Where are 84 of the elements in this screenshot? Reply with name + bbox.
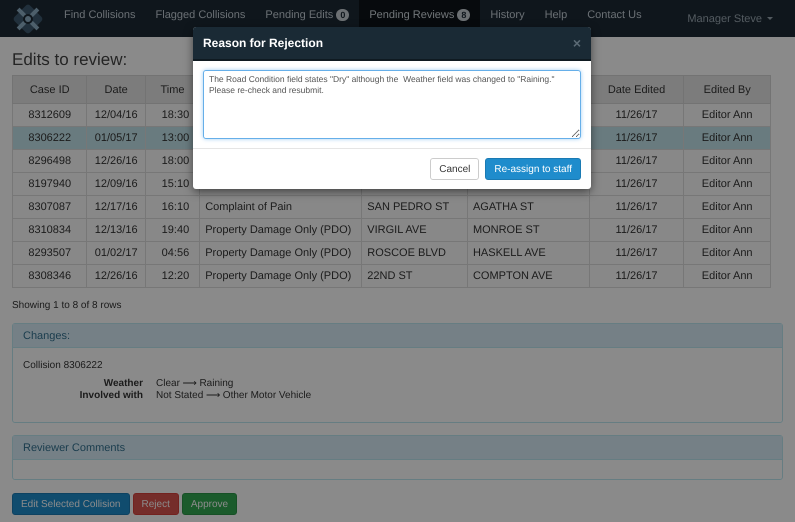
count-badge: 8	[457, 8, 470, 20]
row-count: Showing 1 to 8 of 8 rows	[12, 300, 123, 311]
table-cell: SAN PEDRO ST	[367, 201, 450, 213]
table-cell: 8308346	[28, 270, 72, 282]
reason-field[interactable]: The Road Condition field states "Dry" although the Weather field was changed to "Raining." Please re-check and resubmit.	[203, 70, 581, 139]
table-cell: Property Damage Only (PDO)	[205, 247, 352, 259]
caret-icon	[767, 17, 773, 20]
column-header: Date	[86, 76, 146, 104]
table-cell: 12/17/16	[94, 201, 138, 213]
table-cell: Editor Ann	[702, 109, 753, 121]
table-cell: Editor Ann	[702, 132, 753, 144]
table-row[interactable]: 8307087 12/17/16 16:10 Complaint of Pain SAN PEDRO ST AGATHA ST 11/26/17 Editor Ann	[12, 196, 770, 218]
table-cell: 11/26/17	[616, 178, 658, 190]
field-label: Weather	[102, 378, 143, 390]
table-cell: 11/26/17	[616, 155, 658, 167]
nav-link[interactable]: Find Collisions	[54, 0, 146, 37]
dialog-button[interactable]: Re-assign to staff	[485, 158, 581, 180]
table-cell: 8293507	[28, 247, 72, 259]
table-cell: 12/26/16	[94, 270, 138, 282]
user-menu[interactable]: Manager Steve	[687, 12, 795, 24]
action-button[interactable]: Approve	[182, 493, 238, 515]
dialog-title: Reason for Rejection	[203, 36, 324, 50]
table-cell: 19:40	[162, 224, 190, 236]
action-button[interactable]: Reject	[132, 493, 179, 515]
table-cell: Editor Ann	[702, 224, 753, 236]
table-cell: 18:00	[162, 155, 190, 167]
table-cell: 13:00	[162, 132, 190, 144]
table-cell: 11/26/17	[616, 270, 658, 282]
field-change: Clear ⟶ Raining	[156, 378, 234, 390]
panel-title: Changes:	[13, 324, 782, 348]
field-label: Involved with	[78, 390, 143, 402]
table-cell: 11/26/17	[616, 224, 658, 236]
table-cell: Editor Ann	[702, 155, 753, 167]
table-cell: COMPTON AVE	[472, 270, 553, 282]
table-cell: 8312609	[28, 109, 72, 121]
table-cell: 8307087	[28, 201, 72, 213]
table-cell: 18:30	[162, 109, 190, 121]
table-cell: 12/26/16	[94, 155, 138, 167]
table-cell: 12/09/16	[94, 178, 138, 190]
table-row[interactable]: 8310834 12/13/16 19:40 Property Damage Only (PDO) VIRGIL AVE MONROE ST 11/26/17 Editor Ann	[12, 218, 770, 242]
table-cell: 01/02/17	[94, 247, 138, 259]
table-cell: 01/05/17	[94, 132, 138, 144]
count-badge: 0	[336, 8, 350, 20]
close-button[interactable]: ×	[572, 36, 581, 50]
table-cell: Editor Ann	[702, 270, 753, 282]
field-change: Not Stated ⟶ Other Motor Vehicle	[156, 390, 312, 402]
column-header: Case ID	[12, 76, 87, 104]
table-row[interactable]: 8293507 01/02/17 04:56 Property Damage Only (PDO) ROSCOE BLVD HASKELL AVE 11/26/17 Editor Ann	[12, 242, 770, 264]
collision-label: Collision 8306222	[23, 360, 104, 371]
table-cell: HASKELL AVE	[472, 247, 546, 259]
table-cell: 8296498	[28, 155, 72, 167]
table-row[interactable]: 8308346 12/26/16 12:20 Property Damage Only (PDO) 22ND ST COMPTON AVE 11/26/17 Editor Ann	[12, 264, 770, 288]
table-cell: 16:10	[162, 201, 190, 213]
table-cell: 15:10	[162, 178, 190, 190]
table-cell: 12/04/16	[94, 109, 138, 121]
column-header: Date Edited	[589, 76, 684, 104]
table-cell: Property Damage Only (PDO)	[205, 270, 352, 282]
table-cell: 11/26/17	[616, 247, 658, 259]
action-button[interactable]: Edit Selected Collision	[12, 493, 130, 515]
table-cell: 8197940	[28, 178, 72, 190]
page-heading: Edits to review:	[12, 50, 128, 70]
table-cell: 11/26/17	[616, 132, 658, 144]
table-cell: 8306222	[28, 132, 72, 144]
table-cell: AGATHA ST	[472, 201, 534, 213]
table-cell: Editor Ann	[702, 178, 753, 190]
dialog-button[interactable]: Cancel	[430, 158, 480, 180]
table-cell: 22ND ST	[367, 270, 413, 282]
table-cell: 04:56	[162, 247, 190, 259]
table-cell: VIRGIL AVE	[367, 224, 427, 236]
table-cell: Complaint of Pain	[205, 201, 292, 213]
table-cell: MONROE ST	[472, 224, 540, 236]
table-cell: 12:20	[162, 270, 190, 282]
table-cell: 11/26/17	[616, 201, 658, 213]
table-cell: ROSCOE BLVD	[367, 247, 446, 259]
table-cell: Editor Ann	[702, 201, 753, 213]
table-cell: Editor Ann	[702, 247, 753, 259]
table-cell: 11/26/17	[616, 109, 658, 121]
nav-link[interactable]: Contact Us	[577, 0, 652, 37]
table-cell: 8310834	[28, 224, 72, 236]
column-header: Edited By	[684, 76, 770, 104]
panel-title: Reviewer Comments	[13, 436, 782, 460]
table-cell: 12/13/16	[94, 224, 138, 236]
nav-link[interactable]: Pending Edits 0	[255, 0, 360, 37]
table-cell: Property Damage Only (PDO)	[205, 224, 352, 236]
